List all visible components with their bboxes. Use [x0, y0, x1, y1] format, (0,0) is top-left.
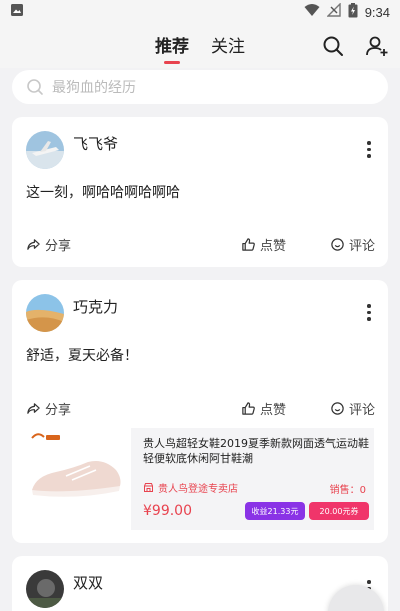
product-title[interactable]: 贵人鸟超轻女鞋2019夏季新款网面透气运动鞋轻便软底休闲阿甘鞋潮	[143, 436, 369, 466]
username[interactable]: 双双	[73, 572, 103, 593]
product-info: 贵人鸟超轻女鞋2019夏季新款网面透气运动鞋轻便软底休闲阿甘鞋潮 贵人鸟登途专卖…	[131, 428, 374, 530]
clock: 9:34	[364, 4, 390, 20]
post-actions: 分享 点赞 评论	[12, 399, 388, 419]
tab-recommend[interactable]: 推荐	[155, 32, 189, 64]
share-label: 分享	[45, 403, 72, 418]
top-nav: 推荐 关注	[0, 24, 400, 68]
earnings-badge: 收益21.33元	[245, 502, 305, 520]
search-field-icon	[26, 78, 44, 96]
comment-label: 评论	[349, 403, 376, 418]
battery-charging-icon	[348, 2, 358, 22]
comment-button[interactable]: 评论	[330, 399, 375, 418]
wifi-icon	[304, 3, 320, 21]
avatar[interactable]	[26, 131, 64, 169]
status-bar: 9:34	[0, 0, 400, 24]
product-image[interactable]	[26, 428, 131, 530]
thumbs-up-icon	[242, 238, 255, 251]
avatar[interactable]	[26, 570, 64, 608]
share-icon	[27, 239, 40, 250]
post-card[interactable]: 巧克力 舒适，夏天必备！ 分享 点赞 评论 贵人鸟超轻女鞋2019夏季新款网面透…	[12, 280, 388, 543]
like-label: 点赞	[260, 239, 287, 254]
share-button[interactable]: 分享	[26, 235, 71, 254]
shop-icon	[144, 483, 153, 492]
more-options-icon[interactable]	[366, 304, 372, 322]
like-button[interactable]: 点赞	[241, 235, 286, 254]
comment-button[interactable]: 评论	[330, 235, 375, 254]
username[interactable]: 巧克力	[73, 296, 118, 317]
more-options-icon[interactable]	[366, 141, 372, 159]
post-text: 这一刻，啊哈哈啊哈啊哈	[26, 185, 180, 201]
coupon-badge[interactable]: 20.00元券	[309, 502, 369, 520]
product-price: ¥99.00	[143, 503, 192, 519]
share-button[interactable]: 分享	[26, 399, 71, 418]
post-card[interactable]: 飞飞爷 这一刻，啊哈哈啊哈啊哈 分享 点赞 评论	[12, 117, 388, 267]
like-label: 点赞	[260, 403, 287, 418]
thumbs-up-icon	[242, 402, 255, 415]
post-actions: 分享 点赞 评论	[12, 235, 388, 255]
search-icon[interactable]	[321, 34, 345, 58]
search-input[interactable]: 最狗血的经历	[12, 70, 388, 104]
shop-link[interactable]: 贵人鸟登途专卖店	[143, 480, 238, 495]
search-placeholder: 最狗血的经历	[52, 80, 136, 96]
like-button[interactable]: 点赞	[241, 399, 286, 418]
share-label: 分享	[45, 239, 72, 254]
comment-label: 评论	[349, 239, 376, 254]
username[interactable]: 飞飞爷	[73, 133, 118, 154]
product-card[interactable]: 贵人鸟超轻女鞋2019夏季新款网面透气运动鞋轻便软底休闲阿甘鞋潮 贵人鸟登途专卖…	[26, 428, 374, 530]
shop-name: 贵人鸟登途专卖店	[158, 484, 238, 495]
no-signal-icon	[325, 2, 341, 21]
comment-icon	[331, 238, 344, 251]
avatar[interactable]	[26, 294, 64, 332]
post-text: 舒适，夏天必备！	[26, 348, 138, 364]
share-icon	[27, 403, 40, 414]
tab-following[interactable]: 关注	[211, 32, 245, 63]
image-notification-icon	[10, 3, 24, 21]
sales-count: 销售：0	[329, 485, 366, 496]
add-friend-icon[interactable]	[365, 34, 389, 58]
comment-icon	[331, 402, 344, 415]
